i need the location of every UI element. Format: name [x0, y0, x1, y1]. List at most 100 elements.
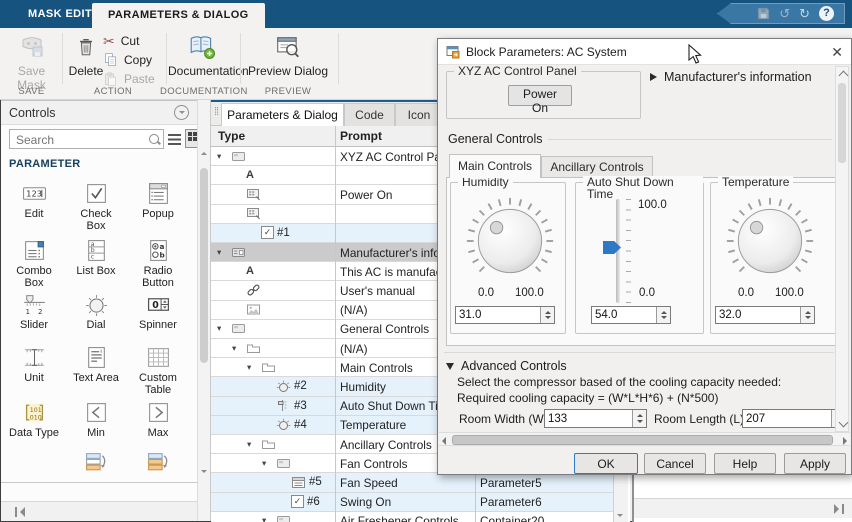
- control-item-promote[interactable]: [67, 450, 125, 490]
- copy-button[interactable]: Copy: [103, 51, 152, 69]
- tab-icon[interactable]: Icon: [395, 103, 443, 126]
- control-item-combo-box[interactable]: Combo Box: [5, 238, 63, 292]
- controls-vertical-scrollbar[interactable]: [197, 100, 211, 521]
- temperature-value-input[interactable]: [716, 307, 800, 323]
- tree-collapse-arrow-icon[interactable]: ▾: [217, 151, 228, 162]
- list-view-icon[interactable]: [168, 134, 181, 145]
- name-cell[interactable]: Container20: [480, 514, 608, 522]
- tab-code[interactable]: Code: [344, 103, 395, 126]
- save-mask-button[interactable]: Save Mask: [5, 32, 58, 92]
- dialog-vertical-scrollbar[interactable]: [835, 66, 849, 432]
- control-item-slider[interactable]: 12Slider: [5, 292, 63, 345]
- control-item-label: Unit: [24, 372, 44, 384]
- apply-button[interactable]: Apply: [784, 453, 846, 474]
- dialog-title-bar[interactable]: Block Parameters: AC System ✕: [438, 39, 851, 65]
- scroll-left-icon[interactable]: [442, 437, 446, 445]
- dialog-horizontal-scrollbar[interactable]: [439, 432, 850, 446]
- cut-button[interactable]: ✂ Cut: [103, 32, 139, 50]
- spinner-buttons-icon[interactable]: [540, 307, 554, 323]
- close-icon[interactable]: ✕: [831, 45, 843, 59]
- preview-dialog-button[interactable]: Preview Dialog: [244, 32, 332, 78]
- control-item-custom-table[interactable]: Custom Table: [129, 345, 187, 400]
- control-item-dial[interactable]: Dial: [67, 292, 125, 345]
- tree-collapse-arrow-icon[interactable]: ▾: [262, 458, 273, 469]
- preview-horizontal-scrollbar[interactable]: [634, 498, 852, 518]
- control-item-data-type[interactable]: 101010Data Type: [5, 400, 63, 450]
- control-item-popup[interactable]: Popup: [129, 181, 187, 238]
- spinner-buttons-icon[interactable]: [632, 410, 646, 427]
- ok-button[interactable]: OK: [574, 453, 638, 474]
- tree-collapse-arrow-icon[interactable]: ▾: [217, 247, 228, 258]
- scrollbar-thumb[interactable]: [838, 83, 846, 163]
- prompt-cell[interactable]: Fan Speed: [340, 476, 474, 490]
- control-item-promote-all[interactable]: [129, 450, 187, 490]
- manufacturer-info-section[interactable]: Manufacturer's information: [650, 70, 812, 84]
- humidity-value-input[interactable]: [456, 307, 540, 323]
- help-icon[interactable]: ?: [819, 6, 834, 21]
- temperature-dial[interactable]: [724, 195, 816, 287]
- redo-icon[interactable]: ↻: [799, 7, 810, 20]
- preview-group-label: PREVIEW: [244, 86, 332, 97]
- control-item-spinner[interactable]: 0Spinner: [129, 292, 187, 345]
- scroll-down-icon[interactable]: [838, 418, 848, 428]
- room-width-input[interactable]: [545, 410, 632, 427]
- svg-text:123: 123: [26, 189, 42, 199]
- auto-shut-down-value-input[interactable]: [592, 307, 656, 323]
- control-item-radio-button[interactable]: abRadio Button: [129, 238, 187, 292]
- scroll-left-icon[interactable]: [15, 507, 29, 517]
- table-row[interactable]: #5Fan SpeedParameter5: [211, 473, 613, 492]
- documentation-button[interactable]: Documentation: [168, 32, 236, 78]
- cancel-button[interactable]: Cancel: [644, 453, 706, 474]
- controls-horizontal-scrollbar[interactable]: [1, 501, 197, 521]
- scroll-down-icon[interactable]: [201, 470, 207, 473]
- tree-collapse-arrow-icon[interactable]: ▾: [232, 343, 243, 354]
- delete-button[interactable]: Delete: [66, 32, 106, 78]
- name-cell[interactable]: Parameter5: [480, 476, 608, 490]
- tree-collapse-arrow-icon[interactable]: ▾: [217, 323, 228, 334]
- prompt-cell[interactable]: Swing On: [340, 495, 474, 509]
- power-on-button[interactable]: Power On: [508, 85, 572, 106]
- control-item-edit[interactable]: 123Edit: [5, 181, 63, 238]
- prompt-cell[interactable]: Air Freshener Controls: [340, 514, 474, 522]
- scrollbar-thumb[interactable]: [200, 168, 208, 363]
- control-item-min[interactable]: Min: [67, 400, 125, 450]
- control-item-check-box[interactable]: Check Box: [67, 181, 125, 238]
- advanced-controls-section[interactable]: Advanced Controls: [446, 359, 567, 373]
- scroll-up-icon[interactable]: [201, 152, 207, 155]
- help-button[interactable]: Help: [714, 453, 776, 474]
- save-icon[interactable]: [757, 7, 770, 20]
- scroll-down-icon[interactable]: [617, 514, 623, 517]
- spinner-buttons-icon[interactable]: [800, 307, 814, 323]
- type-cell: [211, 281, 335, 299]
- humidity-dial[interactable]: [464, 195, 556, 287]
- tab-main-controls[interactable]: Main Controls: [449, 154, 541, 178]
- control-item-text-area[interactable]: Text Area: [67, 345, 125, 400]
- panel-collapse-icon[interactable]: [174, 105, 189, 120]
- drag-handle-icon[interactable]: ⁞⁞: [214, 106, 218, 118]
- tab-parameters-and-dialog[interactable]: Parameters & Dialog: [221, 103, 344, 127]
- control-item-list-box[interactable]: abcList Box: [67, 238, 125, 292]
- scroll-right-icon[interactable]: [830, 504, 844, 514]
- scroll-right-icon[interactable]: [843, 437, 847, 445]
- undo-icon[interactable]: ↺: [779, 7, 790, 20]
- table-row[interactable]: ▾ Air Freshener Controls Container20: [211, 512, 613, 522]
- spinner-buttons-icon[interactable]: [656, 307, 670, 323]
- room-length-input[interactable]: [743, 410, 831, 427]
- slider-ticks: [626, 199, 631, 303]
- name-cell[interactable]: Parameter6: [480, 495, 608, 509]
- save-group-label: SAVE: [5, 86, 58, 97]
- dial-type-icon: [276, 418, 291, 431]
- scroll-up-icon[interactable]: [838, 71, 848, 81]
- control-item-unit[interactable]: Unit: [5, 345, 63, 400]
- prompt-column-header[interactable]: Prompt: [340, 129, 382, 143]
- table-row[interactable]: ✓#6Swing OnParameter6: [211, 493, 613, 512]
- tree-collapse-arrow-icon[interactable]: ▾: [247, 362, 258, 373]
- column-divider[interactable]: [335, 126, 336, 522]
- search-input[interactable]: [14, 131, 146, 149]
- scrollbar-thumb[interactable]: [452, 435, 833, 445]
- control-item-max[interactable]: Max: [129, 400, 187, 450]
- tab-parameters-dialog[interactable]: PARAMETERS & DIALOG: [92, 3, 265, 28]
- tree-collapse-arrow-icon[interactable]: ▾: [247, 439, 258, 450]
- type-column-header[interactable]: Type: [218, 129, 245, 143]
- tree-collapse-arrow-icon[interactable]: ▾: [262, 515, 273, 522]
